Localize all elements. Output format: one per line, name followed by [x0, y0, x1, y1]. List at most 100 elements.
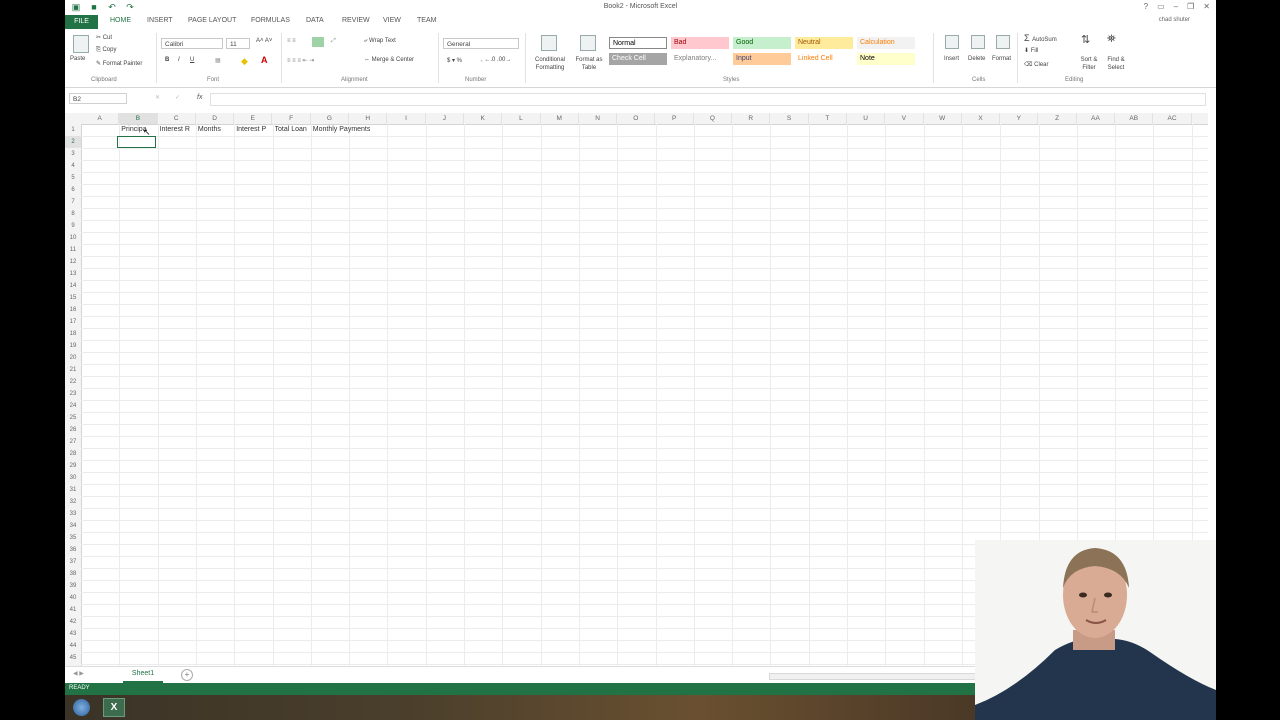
row-header-26[interactable]: 26 [65, 424, 81, 436]
fx-icon[interactable]: fx [197, 94, 202, 101]
cell-style-normal[interactable]: Normal [609, 37, 667, 49]
sort-filter-button[interactable]: Sort & Filter [1077, 56, 1101, 72]
row-header-22[interactable]: 22 [65, 376, 81, 388]
fill-color-icon[interactable]: ◆ [241, 56, 248, 67]
find-select-button[interactable]: Find & Select [1103, 56, 1129, 72]
row-header-41[interactable]: 41 [65, 604, 81, 616]
cancel-icon[interactable]: ✕ [155, 94, 160, 101]
restore-icon[interactable]: ❐ [1187, 2, 1194, 11]
row-header-20[interactable]: 20 [65, 352, 81, 364]
row-header-27[interactable]: 27 [65, 436, 81, 448]
column-header-k[interactable]: K [464, 113, 503, 124]
tab-formulas[interactable]: FORMULAS [251, 17, 290, 24]
tab-insert[interactable]: INSERT [147, 17, 173, 24]
format-as-table-button[interactable]: Format as Table [572, 56, 606, 72]
column-header-p[interactable]: P [656, 113, 694, 124]
row-header-43[interactable]: 43 [65, 628, 81, 640]
insert-cells-button[interactable]: Insert [944, 56, 959, 62]
column-header-h[interactable]: H [349, 113, 388, 124]
column-header-l[interactable]: L [502, 113, 541, 124]
cut-button[interactable]: ✂ Cut [96, 34, 112, 41]
conditional-formatting-button[interactable]: Conditional Formatting [529, 56, 571, 72]
column-header-ab[interactable]: AB [1115, 113, 1154, 124]
binoculars-icon[interactable]: ⛯ [1107, 33, 1116, 46]
row-header-35[interactable]: 35 [65, 532, 81, 544]
copy-button[interactable]: ⎘ Copy [96, 47, 116, 54]
name-box[interactable]: B2 [69, 93, 127, 104]
user-name[interactable]: chad shuter [1159, 17, 1190, 23]
row-header-36[interactable]: 36 [65, 544, 81, 556]
column-header-w[interactable]: W [924, 113, 962, 124]
cell-style-linked-cell[interactable]: Linked Cell [795, 53, 853, 65]
column-header-v[interactable]: V [885, 113, 924, 124]
cell-style-input[interactable]: Input [733, 53, 791, 65]
grow-font-icon[interactable]: A˄ A˅ [256, 38, 272, 44]
row-header-3[interactable]: 3 [65, 148, 81, 160]
add-sheet-icon[interactable]: + [181, 669, 193, 681]
row-header-30[interactable]: 30 [65, 472, 81, 484]
align-left-icon[interactable]: ≡ ≡ ≡ ⇤ ⇥ [287, 57, 314, 64]
format-cells-button[interactable]: Format [992, 56, 1011, 62]
row-header-42[interactable]: 42 [65, 616, 81, 628]
font-color-icon[interactable]: A [261, 55, 268, 65]
orientation-icon[interactable]: ⤢ [331, 38, 336, 45]
close-icon[interactable]: ✕ [1203, 2, 1210, 11]
formula-input[interactable] [210, 93, 1206, 106]
cell-style-explanatory[interactable]: Explanatory... [671, 53, 729, 65]
row-header-18[interactable]: 18 [65, 328, 81, 340]
cell-style-neutral[interactable]: Neutral [795, 37, 853, 49]
tab-home[interactable]: HOME [110, 17, 131, 24]
row-header-6[interactable]: 6 [65, 184, 81, 196]
row-header-34[interactable]: 34 [65, 520, 81, 532]
help-icon[interactable]: ? [1144, 2, 1148, 11]
tab-file[interactable]: FILE [65, 15, 98, 29]
autosum-button[interactable]: Σ AutoSum [1024, 33, 1057, 43]
fill-button[interactable]: ⬇ Fill [1024, 47, 1038, 54]
font-name-dropdown[interactable]: Calibri [161, 38, 223, 49]
merge-center-button[interactable]: ⇔ Merge & Center [364, 57, 414, 63]
column-header-a[interactable]: A [81, 113, 120, 124]
currency-icon[interactable]: $ ▾ % [447, 57, 462, 64]
row-header-4[interactable]: 4 [65, 160, 81, 172]
row-header-13[interactable]: 13 [65, 268, 81, 280]
format-painter-button[interactable]: ✎ Format Painter [96, 60, 142, 67]
cell-style-calculation[interactable]: Calculation [857, 37, 915, 49]
row-header-5[interactable]: 5 [65, 172, 81, 184]
excel-taskbar-icon[interactable]: X [103, 698, 125, 717]
column-header-q[interactable]: Q [694, 113, 733, 124]
row-header-7[interactable]: 7 [65, 196, 81, 208]
sort-filter-icon[interactable]: ⇅ [1081, 33, 1090, 46]
row-header-9[interactable]: 9 [65, 220, 81, 232]
delete-cells-icon[interactable] [971, 35, 985, 49]
column-header-aa[interactable]: AA [1077, 113, 1116, 124]
wrap-text-button[interactable]: ⤶ Wrap Text [364, 38, 396, 45]
enter-icon[interactable]: ✓ [175, 94, 180, 101]
row-header-39[interactable]: 39 [65, 580, 81, 592]
tab-review[interactable]: REVIEW [342, 17, 370, 24]
column-header-b[interactable]: B [119, 113, 158, 124]
row-header-25[interactable]: 25 [65, 412, 81, 424]
align-top-icon[interactable]: ≡ ≡ [287, 38, 296, 44]
row-header-14[interactable]: 14 [65, 280, 81, 292]
row-header-40[interactable]: 40 [65, 592, 81, 604]
underline-button[interactable]: U [190, 57, 194, 63]
cell-c1[interactable]: Interest R [160, 124, 190, 136]
row-header-37[interactable]: 37 [65, 556, 81, 568]
row-header-28[interactable]: 28 [65, 448, 81, 460]
minimize-icon[interactable]: – [1174, 2, 1178, 11]
row-header-45[interactable]: 45 [65, 652, 81, 664]
cell-g1[interactable]: Monthly Payments [313, 124, 371, 136]
row-header-24[interactable]: 24 [65, 400, 81, 412]
conditional-formatting-icon[interactable] [541, 35, 557, 51]
row-header-1[interactable]: 1 [65, 124, 81, 136]
column-header-i[interactable]: I [387, 113, 426, 124]
bold-button[interactable]: B [165, 57, 169, 63]
row-header-12[interactable]: 12 [65, 256, 81, 268]
row-header-15[interactable]: 15 [65, 292, 81, 304]
row-header-10[interactable]: 10 [65, 232, 81, 244]
column-header-r[interactable]: R [732, 113, 771, 124]
column-header-x[interactable]: X [962, 113, 1001, 124]
cell-d1[interactable]: Months [198, 124, 221, 136]
row-header-44[interactable]: 44 [65, 640, 81, 652]
row-header-23[interactable]: 23 [65, 388, 81, 400]
